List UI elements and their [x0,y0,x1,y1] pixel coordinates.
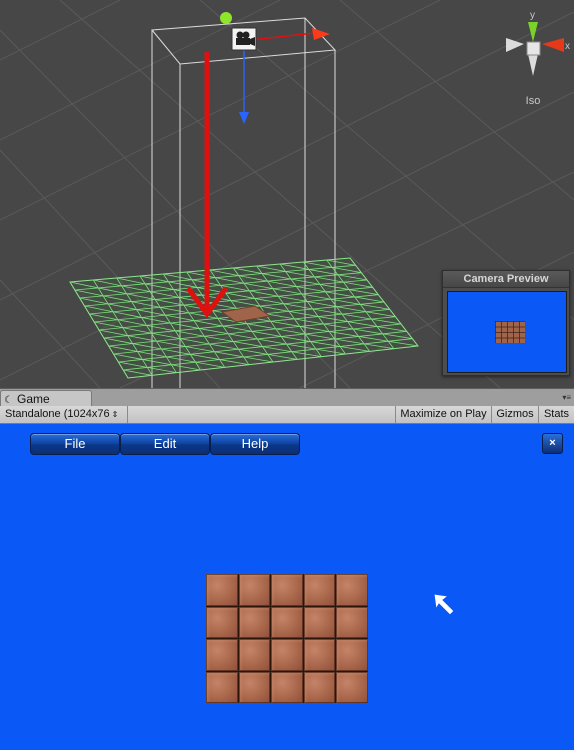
camera-preview-screen [447,291,567,373]
camera-transform-handles[interactable] [220,12,330,124]
gizmos-button[interactable]: Gizmos [491,406,538,423]
tile [206,574,238,606]
dropdown-arrows-icon: ⇕ [111,410,119,419]
gizmo-y-label: y [530,10,535,21]
stats-button[interactable]: Stats [538,406,574,423]
panel-menu-icon[interactable]: ▾≡ [562,393,571,402]
game-toolbar: Standalone (1024x76 ⇕ Maximize on Play Gi… [0,406,574,424]
tile [336,671,368,703]
camera-preview-panel: Camera Preview [442,270,570,376]
tile [238,671,271,703]
tile [206,671,238,703]
tile [238,574,271,606]
file-menu-button[interactable]: File [30,433,120,455]
tile [238,606,271,638]
tile [206,606,238,638]
tile [303,574,336,606]
tile [271,671,303,703]
game-view[interactable]: File Edit Help × [0,424,574,750]
tile [271,574,303,606]
projection-label[interactable]: Iso [515,95,551,107]
edit-menu-button[interactable]: Edit [120,433,210,455]
close-button[interactable]: × [542,433,563,454]
tile [303,639,336,671]
gizmo-x-label: x [565,41,570,52]
scene-view[interactable]: y x Iso Camera Preview [0,0,574,388]
tile [336,574,368,606]
tile [238,639,271,671]
mouse-cursor-icon [433,593,455,616]
help-menu-button[interactable]: Help [210,433,300,455]
resolution-value: Standalone (1024x76 [5,408,110,420]
camera-preview-tiles [495,321,525,343]
camera-preview-title: Camera Preview [443,271,569,288]
tile [271,639,303,671]
tile [336,639,368,671]
tab-game-label: Game [17,392,50,406]
tile [336,606,368,638]
maximize-on-play-button[interactable]: Maximize on Play [395,406,491,423]
tile [303,606,336,638]
tile [303,671,336,703]
tile [271,606,303,638]
tile-grid[interactable] [206,574,368,703]
tile [206,639,238,671]
orientation-gizmo[interactable]: y x [506,10,570,76]
resolution-dropdown[interactable]: Standalone (1024x76 ⇕ [0,406,128,423]
game-tab-bar: ☾ Game ▾≡ [0,388,574,408]
